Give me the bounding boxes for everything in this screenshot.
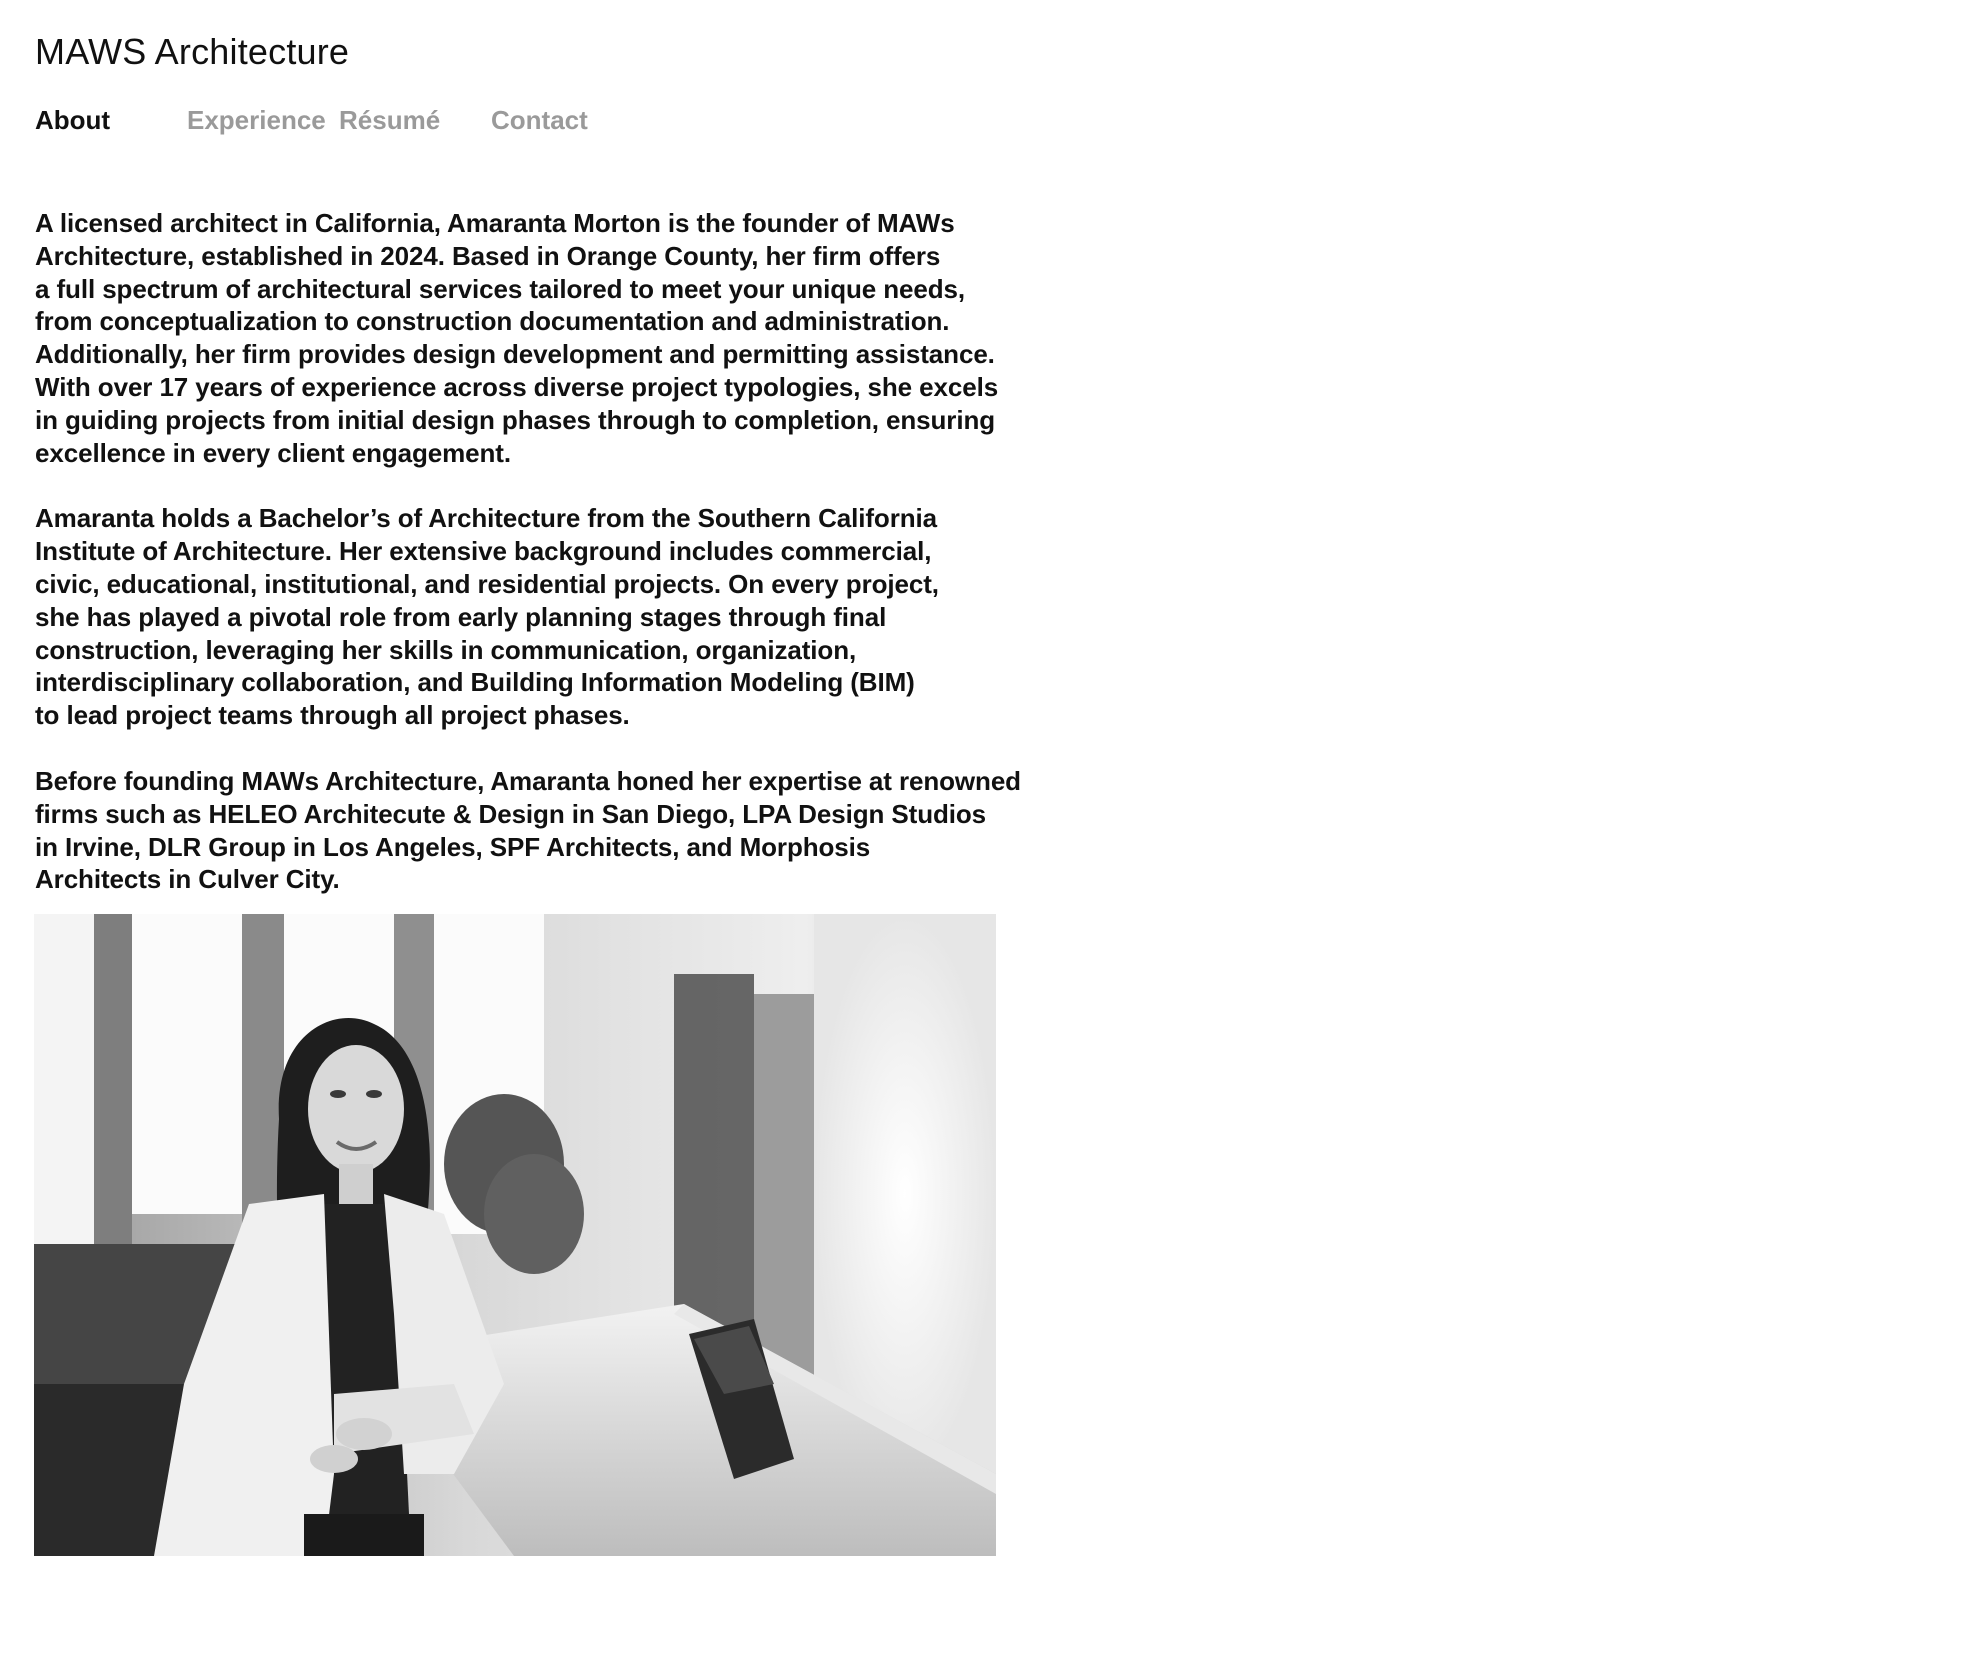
about-paragraph-intro: A licensed architect in California, Amar… — [35, 208, 999, 468]
nav-link-about[interactable]: About — [35, 102, 187, 138]
nav-link-contact[interactable]: Contact — [491, 102, 611, 138]
about-paragraph-experience: Before founding MAWs Architecture, Amara… — [35, 765, 1021, 895]
nav-link-experience[interactable]: Experience — [187, 102, 339, 138]
nav-link-resume[interactable]: Résumé — [339, 102, 491, 138]
site-title[interactable]: MAWS Architecture — [35, 30, 349, 74]
about-page: MAWS Architecture About Experience Résum… — [0, 0, 1965, 1654]
portrait-photo — [34, 914, 996, 1556]
about-paragraph-education: Amaranta holds a Bachelor’s of Architect… — [35, 503, 939, 731]
portrait-illustration — [34, 914, 996, 1556]
about-content: A licensed architect in California, Amar… — [35, 207, 1065, 896]
main-nav: About Experience Résumé Contact — [35, 100, 611, 140]
